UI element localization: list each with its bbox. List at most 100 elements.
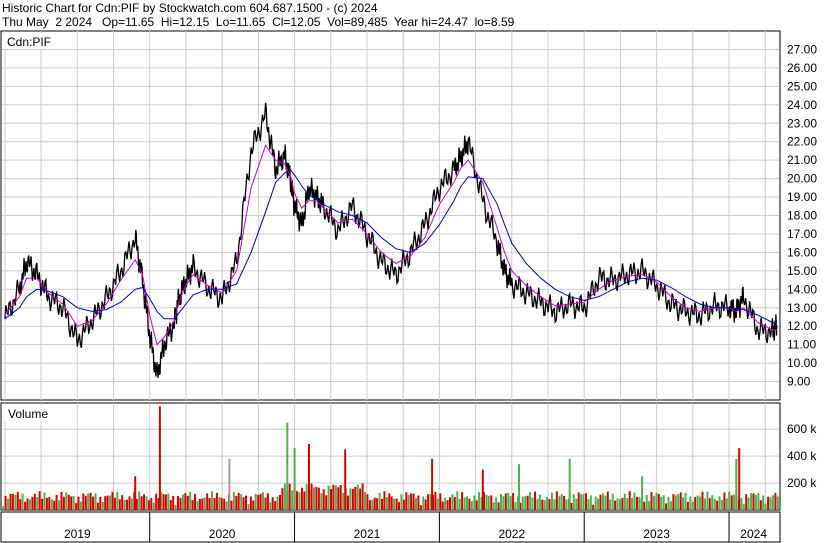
volume-bar bbox=[512, 493, 515, 510]
volume-bar bbox=[313, 487, 315, 510]
volume-bar bbox=[461, 492, 464, 510]
volume-bar bbox=[48, 497, 51, 510]
volume-bar bbox=[747, 497, 750, 510]
volume-bar bbox=[33, 493, 36, 510]
price-tick-label: 9.00 bbox=[787, 375, 811, 389]
price-tick-label: 16.00 bbox=[787, 245, 817, 259]
volume-bar bbox=[402, 499, 405, 510]
volume-bar bbox=[21, 493, 24, 510]
volume-bar bbox=[378, 492, 381, 510]
volume-bar bbox=[332, 484, 335, 510]
volume-bar bbox=[390, 496, 393, 510]
volume-bar bbox=[720, 499, 723, 510]
volume-bar bbox=[514, 502, 517, 510]
volume-bar bbox=[619, 499, 621, 510]
volume-bar bbox=[291, 490, 294, 510]
volume-bar bbox=[24, 501, 27, 510]
volume-bar bbox=[198, 498, 201, 510]
volume-bar bbox=[36, 497, 39, 510]
volume-bar bbox=[679, 492, 682, 510]
volume-bar bbox=[621, 497, 624, 510]
volume-bar bbox=[767, 496, 770, 510]
volume-bar bbox=[497, 502, 500, 510]
volume-bar bbox=[77, 496, 80, 510]
volume-bar bbox=[65, 492, 68, 510]
volume-bar bbox=[116, 491, 119, 510]
volume-bar bbox=[310, 483, 313, 510]
year-label: 2024 bbox=[740, 527, 767, 541]
volume-bar bbox=[130, 498, 133, 510]
volume-bar bbox=[366, 494, 369, 510]
volume-bar bbox=[643, 501, 646, 510]
volume-bar bbox=[101, 502, 104, 510]
volume-bar bbox=[364, 491, 366, 510]
volume-peak-bar bbox=[286, 422, 289, 510]
volume-bar bbox=[628, 491, 631, 510]
volume-bar bbox=[288, 483, 291, 510]
volume-bar bbox=[602, 493, 604, 510]
price-tick-label: 26.00 bbox=[787, 61, 817, 75]
volume-bar bbox=[417, 495, 420, 510]
volume-bar bbox=[650, 492, 653, 510]
volume-bar bbox=[538, 494, 541, 510]
volume-bar bbox=[123, 499, 126, 510]
volume-bar bbox=[262, 492, 264, 510]
volume-bar bbox=[771, 495, 774, 510]
volume-bar bbox=[589, 495, 592, 510]
volume-bar bbox=[111, 491, 114, 510]
volume-bar bbox=[257, 494, 260, 510]
volume-bar bbox=[764, 503, 767, 510]
volume-bar bbox=[11, 493, 14, 510]
volume-bar bbox=[662, 495, 665, 510]
price-tick-label: 15.00 bbox=[787, 264, 817, 278]
volume-bar bbox=[555, 491, 558, 510]
volume-bar bbox=[490, 495, 493, 510]
volume-peak-bar bbox=[518, 464, 520, 510]
volume-peak-bar bbox=[308, 444, 310, 510]
volume-bar bbox=[242, 497, 245, 510]
volume-peak-bar bbox=[134, 476, 137, 510]
volume-bar bbox=[599, 494, 602, 510]
volume-bar bbox=[485, 494, 488, 510]
volume-bar bbox=[546, 497, 549, 510]
volume-bar bbox=[254, 493, 257, 510]
volume-bar bbox=[140, 496, 143, 510]
volume-bar bbox=[62, 496, 65, 510]
volume-bar bbox=[322, 489, 325, 510]
volume-bar bbox=[682, 497, 685, 510]
volume-bar bbox=[614, 500, 617, 510]
ticker-label: Cdn:PIF bbox=[7, 35, 51, 49]
volume-bar bbox=[41, 498, 44, 510]
volume-tick-label: 400 k bbox=[787, 449, 817, 463]
volume-bar bbox=[84, 495, 87, 510]
volume-bar bbox=[58, 500, 61, 510]
volume-bar bbox=[553, 499, 556, 510]
volume-bar bbox=[400, 494, 403, 510]
volume-bar bbox=[686, 501, 689, 510]
volume-bar bbox=[395, 498, 398, 510]
volume-bar bbox=[208, 498, 211, 510]
volume-bar bbox=[730, 495, 733, 510]
price-tick-label: 21.00 bbox=[787, 153, 817, 167]
volume-bar bbox=[55, 494, 58, 510]
volume-peak-bar bbox=[641, 476, 644, 510]
volume-bar bbox=[636, 496, 638, 510]
price-tick-label: 10.00 bbox=[787, 356, 817, 370]
volume-peak-bar bbox=[228, 458, 231, 510]
year-label: 2022 bbox=[498, 527, 525, 541]
volume-bar bbox=[541, 499, 544, 510]
volume-bar bbox=[186, 495, 189, 510]
volume-bar bbox=[2, 506, 5, 510]
volume-bar bbox=[281, 488, 284, 510]
volume-bar bbox=[330, 489, 332, 510]
price-y-axis: 27.00 26.00 25.00 24.00 23.00 22.00 21.00 20.00… bbox=[787, 42, 817, 388]
year-label: 2021 bbox=[354, 527, 381, 541]
volume-bar bbox=[361, 483, 364, 510]
volume-bar bbox=[492, 502, 495, 510]
volume-bar bbox=[725, 498, 728, 510]
volume-bar bbox=[70, 496, 73, 510]
volume-bar bbox=[184, 493, 187, 510]
volume-bar bbox=[509, 496, 512, 510]
volume-bar bbox=[701, 491, 704, 510]
volume-bar bbox=[179, 497, 182, 510]
